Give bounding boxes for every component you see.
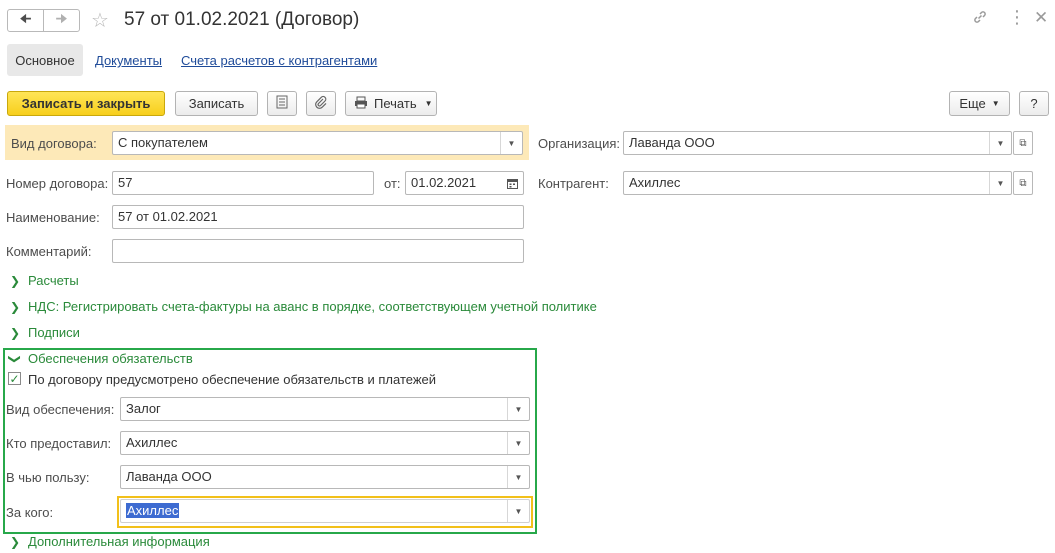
date-field[interactable]: 01.02.2021 (405, 171, 524, 195)
group-security[interactable]: ❯ Обеспечения обязательств (8, 351, 193, 366)
chevron-down-icon[interactable]: ▼ (989, 172, 1011, 194)
security-checkbox-label: По договору предусмотрено обеспечение об… (28, 372, 437, 387)
chevron-down-icon[interactable]: ▼ (507, 500, 529, 522)
forward-button[interactable]: 🠊 (43, 9, 80, 32)
counterparty-label: Контрагент: (538, 176, 609, 191)
tab-settlement-accounts[interactable]: Счета расчетов с контрагентами (181, 53, 377, 68)
calendar-icon[interactable] (501, 172, 523, 194)
date-value: 01.02.2021 (411, 175, 477, 190)
chevron-right-icon: ❯ (10, 325, 21, 340)
chevron-down-icon[interactable]: ▼ (507, 398, 529, 420)
counterparty-value: Ахиллес (629, 175, 681, 190)
arrow-left-icon: 🠈 (19, 10, 32, 26)
group-settlements-label: Расчеты (28, 273, 79, 288)
save-and-close-button[interactable]: Записать и закрыть (7, 91, 165, 116)
chevron-right-icon: ❯ (10, 273, 21, 288)
attach-button[interactable] (306, 91, 336, 116)
paperclip-icon (314, 95, 328, 112)
report-button[interactable] (267, 91, 297, 116)
provided-by-value: Ахиллес (126, 435, 178, 450)
provided-by-label: Кто предоставил: (6, 436, 112, 451)
open-window-icon: ⧉ (1019, 137, 1027, 149)
more-vertical-icon[interactable]: ⋮ (1008, 7, 1026, 28)
group-vat[interactable]: ❯ НДС: Регистрировать счета-фактуры на а… (10, 299, 597, 314)
close-icon[interactable]: ✕ (1034, 8, 1048, 28)
group-settlements[interactable]: ❯ Расчеты (10, 273, 79, 288)
print-label: Печать (374, 96, 417, 111)
open-organization-button[interactable]: ⧉ (1013, 131, 1033, 155)
contract-type-value: С покупателем (118, 135, 208, 150)
name-field[interactable]: 57 от 01.02.2021 (112, 205, 524, 229)
security-kind-value: Залог (126, 401, 161, 416)
for-whom-value: Ахиллес (126, 503, 180, 518)
chevron-down-icon[interactable]: ▼ (989, 132, 1011, 154)
contract-type-field[interactable]: С покупателем ▼ (112, 131, 523, 155)
link-icon[interactable] (972, 9, 988, 30)
group-signatures-label: Подписи (28, 325, 80, 340)
for-whom-label: За кого: (6, 505, 54, 520)
provided-by-field[interactable]: Ахиллес ▼ (120, 431, 530, 455)
security-checkbox[interactable]: ✓ (8, 371, 21, 386)
open-window-icon: ⧉ (1019, 177, 1027, 189)
beneficiary-value: Лаванда ООО (126, 469, 212, 484)
more-button[interactable]: Еще ▼ (949, 91, 1010, 116)
group-additional-label: Дополнительная информация (28, 534, 210, 549)
security-kind-field[interactable]: Залог ▼ (120, 397, 530, 421)
open-counterparty-button[interactable]: ⧉ (1013, 171, 1033, 195)
chevron-down-icon[interactable]: ▼ (507, 466, 529, 488)
document-list-icon (276, 95, 288, 112)
date-label: от: (384, 176, 401, 191)
more-label: Еще (959, 96, 986, 111)
checkmark-icon: ✓ (9, 371, 20, 386)
group-security-label: Обеспечения обязательств (28, 351, 193, 366)
contract-type-label: Вид договора: (11, 136, 97, 151)
contract-number-field[interactable]: 57 (112, 171, 374, 195)
tab-main[interactable]: Основное (7, 44, 83, 76)
print-button[interactable]: Печать ▼ (345, 91, 437, 116)
chevron-right-icon: ❯ (10, 534, 21, 549)
chevron-down-icon: ❯ (8, 353, 22, 364)
organization-field[interactable]: Лаванда ООО ▼ (623, 131, 1012, 155)
tab-documents[interactable]: Документы (95, 53, 162, 68)
caret-down-icon: ▼ (991, 99, 1000, 108)
comment-field[interactable] (112, 239, 524, 263)
contract-number-label: Номер договора: (6, 176, 109, 191)
window-title: 57 от 01.02.2021 (Договор) (124, 9, 360, 30)
for-whom-field[interactable]: Ахиллес ▼ (120, 499, 530, 523)
organization-value: Лаванда ООО (629, 135, 715, 150)
beneficiary-field[interactable]: Лаванда ООО ▼ (120, 465, 530, 489)
organization-label: Организация: (538, 136, 621, 151)
printer-icon (354, 96, 368, 112)
counterparty-field[interactable]: Ахиллес ▼ (623, 171, 1012, 195)
help-button[interactable]: ? (1019, 91, 1049, 116)
comment-label: Комментарий: (6, 244, 92, 259)
favorite-star-icon[interactable]: ☆ (91, 8, 109, 33)
name-label: Наименование: (6, 210, 100, 225)
chevron-right-icon: ❯ (10, 299, 21, 314)
arrow-right-icon: 🠊 (55, 10, 68, 26)
back-button[interactable]: 🠈 (7, 9, 44, 32)
group-signatures[interactable]: ❯ Подписи (10, 325, 80, 340)
save-button[interactable]: Записать (175, 91, 258, 116)
caret-down-icon: ▼ (424, 99, 433, 108)
chevron-down-icon[interactable]: ▼ (500, 132, 522, 154)
chevron-down-icon[interactable]: ▼ (507, 432, 529, 454)
beneficiary-label: В чью пользу: (6, 470, 90, 485)
group-additional[interactable]: ❯ Дополнительная информация (10, 534, 210, 549)
security-kind-label: Вид обеспечения: (6, 402, 115, 417)
group-vat-label: НДС: Регистрировать счета-фактуры на ава… (28, 299, 597, 314)
